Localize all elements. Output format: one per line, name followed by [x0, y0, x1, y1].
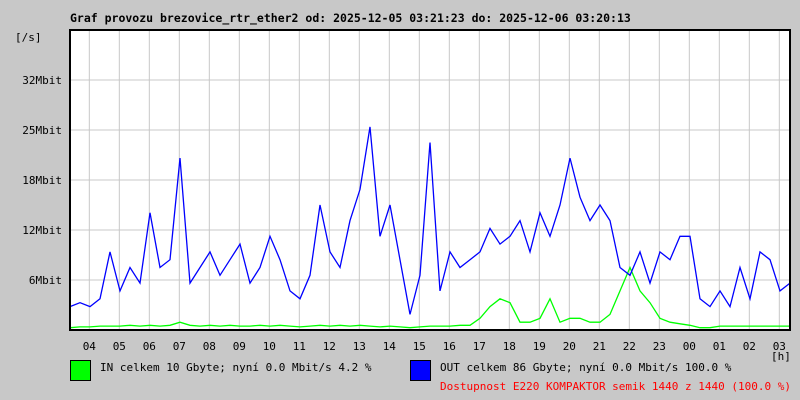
- availability-text: Dostupnost E220 KOMPAKTOR semik 1440 z 1…: [440, 380, 791, 393]
- x-tick-label: 00: [683, 340, 696, 353]
- x-axis-unit: [h]: [771, 350, 791, 363]
- x-tick-label: 06: [143, 340, 156, 353]
- in-legend-swatch: [70, 360, 91, 381]
- x-tick-label: 22: [623, 340, 636, 353]
- x-tick-label: 07: [173, 340, 186, 353]
- y-tick-label: 18Mbit: [22, 174, 62, 187]
- x-tick-label: 11: [293, 340, 306, 353]
- x-tick-label: 08: [203, 340, 216, 353]
- x-tick-label: 10: [263, 340, 276, 353]
- y-tick-label: 6Mbit: [29, 274, 62, 287]
- x-tick-label: 01: [713, 340, 726, 353]
- out-legend-swatch: [410, 360, 431, 381]
- x-tick-label: 12: [323, 340, 336, 353]
- y-tick-label: 32Mbit: [22, 74, 62, 87]
- x-tick-label: 09: [233, 340, 246, 353]
- x-tick-label: 14: [383, 340, 397, 353]
- out-legend-text: OUT celkem 86 Gbyte; nyní 0.0 Mbit/s 100…: [440, 361, 732, 374]
- x-tick-label: 16: [443, 340, 456, 353]
- x-tick-label: 20: [563, 340, 576, 353]
- x-tick-label: 21: [593, 340, 606, 353]
- y-tick-label: 12Mbit: [22, 224, 62, 237]
- x-tick-label: 05: [113, 340, 126, 353]
- x-tick-label: 19: [533, 340, 546, 353]
- x-tick-label: 04: [83, 340, 97, 353]
- x-tick-label: 18: [503, 340, 516, 353]
- x-tick-label: 23: [653, 340, 666, 353]
- x-tick-label: 02: [743, 340, 756, 353]
- x-tick-label: 13: [353, 340, 366, 353]
- x-tick-label: 15: [413, 340, 426, 353]
- plot-area: 6Mbit 12Mbit 18Mbit 25Mbit 32Mbit 04 05 06 07 08 0…: [22, 29, 791, 353]
- in-legend-text: IN celkem 10 Gbyte; nyní 0.0 Mbit/s 4.2 …: [100, 361, 372, 374]
- y-tick-label: 25Mbit: [22, 124, 62, 137]
- traffic-graph: Graf provozu brezovice_rtr_ether2 od: 20…: [0, 0, 800, 400]
- x-tick-label: 17: [473, 340, 486, 353]
